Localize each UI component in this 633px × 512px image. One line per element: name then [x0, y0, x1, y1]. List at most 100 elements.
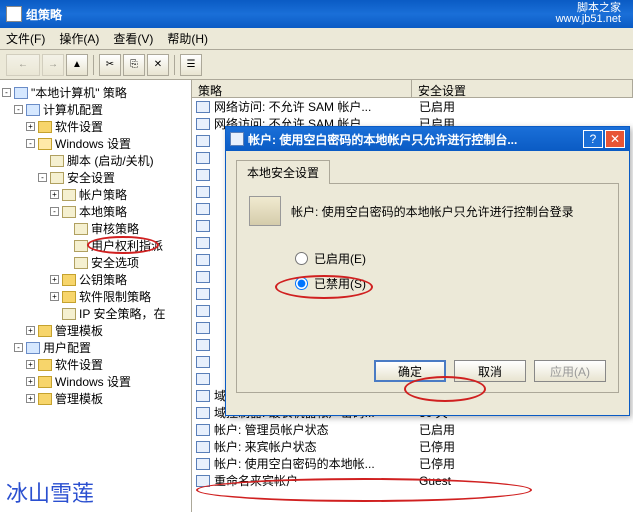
tree-ipsec[interactable]: IP 安全策略，在 [79, 305, 165, 322]
policy-item-icon [196, 288, 210, 300]
folder-icon [38, 359, 52, 371]
expand-icon[interactable]: - [50, 207, 59, 216]
watermark-bottom: zidian 教程网 [541, 484, 623, 504]
list-item[interactable]: 帐户: 来宾帐户状态已停用 [192, 438, 633, 455]
radio-enabled[interactable]: 已启用(E) [295, 250, 606, 267]
tree-security[interactable]: 安全设置 [67, 169, 115, 186]
policy-item-icon [196, 152, 210, 164]
delete-button[interactable]: ✕ [147, 54, 169, 76]
policy-large-icon [249, 196, 281, 226]
user-icon [26, 342, 40, 354]
expand-icon[interactable]: + [26, 394, 35, 403]
tree-user-software[interactable]: 软件设置 [55, 356, 103, 373]
policy-item-icon [196, 390, 210, 402]
list-item[interactable]: 帐户: 使用空白密码的本地帐...已停用 [192, 455, 633, 472]
tree-user-config[interactable]: 用户配置 [43, 339, 91, 356]
help-button[interactable]: ? [583, 130, 603, 148]
annotation-text: 冰山雪莲 [6, 476, 94, 508]
cut-button[interactable]: ✂ [99, 54, 121, 76]
tree-panel[interactable]: -"本地计算机" 策略 -计算机配置 +软件设置 -Windows 设置 脚本 … [0, 80, 192, 512]
policy-value: 已启用 [419, 421, 455, 438]
expand-icon[interactable]: - [2, 88, 11, 97]
folder-icon [38, 376, 52, 388]
policy-name: 网络访问: 不允许 SAM 帐户... [214, 98, 419, 115]
tree-root[interactable]: "本地计算机" 策略 [31, 84, 127, 101]
tree-software[interactable]: 软件设置 [55, 118, 103, 135]
expand-icon[interactable]: + [26, 377, 35, 386]
expand-icon[interactable]: + [26, 326, 35, 335]
expand-icon[interactable]: - [14, 105, 23, 114]
radio-disabled[interactable]: 已禁用(S) [295, 275, 606, 292]
expand-icon[interactable]: + [50, 292, 59, 301]
tree-account-policy[interactable]: 帐户策略 [79, 186, 127, 203]
policy-item-icon [196, 203, 210, 215]
folder-icon [38, 121, 52, 133]
policy-item-icon [196, 186, 210, 198]
separator [93, 55, 94, 75]
tab-local-security[interactable]: 本地安全设置 [236, 160, 330, 184]
menu-help[interactable]: 帮助(H) [167, 30, 208, 47]
expand-icon[interactable]: - [26, 139, 35, 148]
tree-windows[interactable]: Windows 设置 [55, 135, 131, 152]
policy-item-icon [196, 254, 210, 266]
back-button[interactable]: ← [6, 54, 40, 76]
expand-icon[interactable]: + [50, 275, 59, 284]
tree-audit[interactable]: 审核策略 [91, 220, 139, 237]
radio-group: 已启用(E) 已禁用(S) [295, 250, 606, 292]
policy-item-icon [196, 305, 210, 317]
properties-button[interactable]: ☰ [180, 54, 202, 76]
tree-scripts[interactable]: 脚本 (启动/关机) [67, 152, 154, 169]
col-policy[interactable]: 策略 [192, 80, 412, 97]
expand-icon[interactable]: - [14, 343, 23, 352]
tree-user-admin[interactable]: 管理模板 [55, 390, 103, 407]
policy-item-icon [196, 220, 210, 232]
policy-value: 已停用 [419, 455, 455, 472]
dialog-icon [230, 132, 244, 146]
expand-icon[interactable]: + [50, 190, 59, 199]
tree-pubkey[interactable]: 公钥策略 [79, 271, 127, 288]
expand-icon[interactable]: + [26, 122, 35, 131]
close-button[interactable]: ✕ [605, 130, 625, 148]
policy-item-icon [196, 424, 210, 436]
list-item[interactable]: 帐户: 管理员帐户状态已启用 [192, 421, 633, 438]
tree-admin-templates[interactable]: 管理模板 [55, 322, 103, 339]
tab-panel: 帐户: 使用空白密码的本地帐户只允许进行控制台登录 已启用(E) 已禁用(S) … [236, 183, 619, 393]
policy-icon [14, 87, 28, 99]
menubar: 文件(F) 操作(A) 查看(V) 帮助(H) [0, 28, 633, 50]
tree-local-policy[interactable]: 本地策略 [79, 203, 127, 220]
menu-view[interactable]: 查看(V) [113, 30, 153, 47]
policy-item-icon [196, 407, 210, 419]
list-header: 策略 安全设置 [192, 80, 633, 98]
radio-disabled-input[interactable] [295, 277, 308, 290]
tree-user-windows[interactable]: Windows 设置 [55, 373, 131, 390]
policy-icon [74, 240, 88, 252]
policy-icon [62, 206, 76, 218]
up-button[interactable]: ▲ [66, 54, 88, 76]
watermark-text: 脚本之家 www.jb51.net [556, 3, 621, 25]
script-icon [50, 155, 64, 167]
col-setting[interactable]: 安全设置 [412, 80, 633, 97]
radio-enabled-input[interactable] [295, 252, 308, 265]
tree-rights[interactable]: 用户权利指派 [91, 237, 163, 254]
list-item[interactable]: 网络访问: 不允许 SAM 帐户...已启用 [192, 98, 633, 115]
ok-button[interactable]: 确定 [374, 360, 446, 382]
policy-item-icon [196, 441, 210, 453]
apply-button[interactable]: 应用(A) [534, 360, 606, 382]
cancel-button[interactable]: 取消 [454, 360, 526, 382]
policy-item-icon [196, 356, 210, 368]
separator [174, 55, 175, 75]
menu-file[interactable]: 文件(F) [6, 30, 45, 47]
menu-action[interactable]: 操作(A) [59, 30, 99, 47]
expand-icon[interactable]: - [38, 173, 47, 182]
tree-swres[interactable]: 软件限制策略 [79, 288, 151, 305]
policy-value: 已启用 [419, 98, 455, 115]
tree-secopt[interactable]: 安全选项 [91, 254, 139, 271]
copy-button[interactable]: ⎘ [123, 54, 145, 76]
expand-icon[interactable]: + [26, 360, 35, 369]
dialog-titlebar[interactable]: 帐户: 使用空白密码的本地帐户只允许进行控制台... ? ✕ [226, 127, 629, 151]
folder-icon [62, 291, 76, 303]
forward-button[interactable]: → [42, 54, 64, 76]
security-icon [50, 172, 64, 184]
policy-value: 已停用 [419, 438, 455, 455]
tree-computer-config[interactable]: 计算机配置 [43, 101, 103, 118]
